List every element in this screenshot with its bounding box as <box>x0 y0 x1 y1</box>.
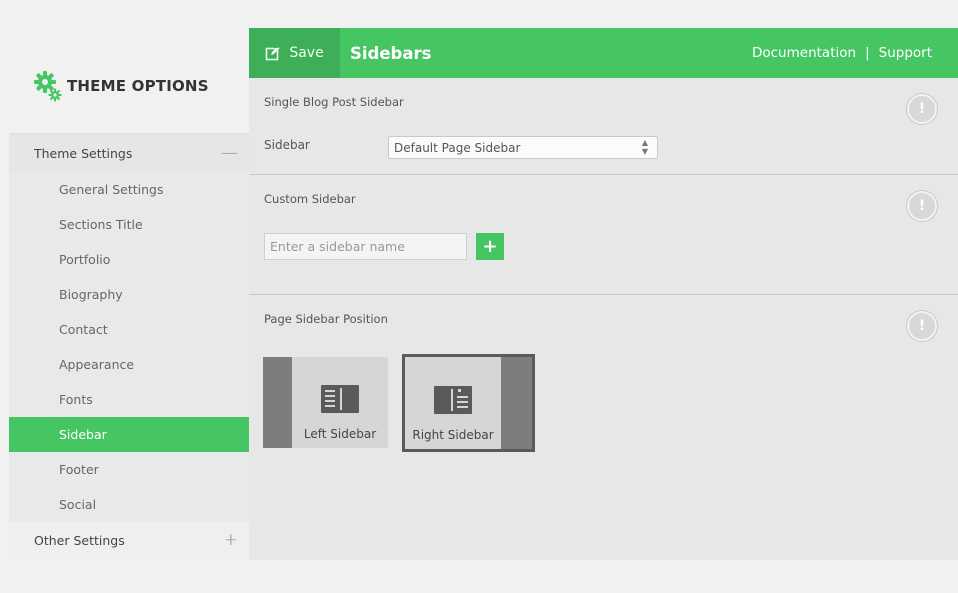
custom-sidebar-section: Custom Sidebar ! + <box>249 175 958 295</box>
option-label: Left Sidebar <box>303 427 377 441</box>
nav-item-portfolio[interactable]: Portfolio <box>9 242 249 277</box>
nav-sublist: General Settings Sections Title Portfoli… <box>9 172 249 522</box>
settings-nav: Theme Settings — General Settings Sectio… <box>9 133 249 558</box>
info-icon[interactable]: ! <box>907 94 937 124</box>
option-body: Right Sidebar <box>405 357 501 449</box>
nav-item-footer[interactable]: Footer <box>9 452 249 487</box>
sidebar-name-input[interactable] <box>264 233 467 260</box>
expand-icon[interactable]: + <box>224 530 238 550</box>
sidebar-stripe <box>263 357 292 448</box>
single-blog-sidebar-section: Single Blog Post Sidebar ! Sidebar Defau… <box>249 78 958 175</box>
header-links: Documentation | Support <box>752 28 932 78</box>
edit-icon <box>266 45 282 61</box>
info-icon[interactable]: ! <box>907 191 937 221</box>
sidebar-field-label: Sidebar <box>264 138 310 152</box>
sidebar-select[interactable]: Default Page Sidebar ▲ ▼ <box>388 136 658 159</box>
select-arrows-icon: ▲ ▼ <box>641 138 648 156</box>
page-sidebar-position-section: Page Sidebar Position ! Left Sidebar Rig… <box>249 295 958 560</box>
link-separator: | <box>865 45 870 61</box>
section-title: Page Sidebar Position <box>264 312 388 326</box>
top-bar: Save Sidebars Documentation | Support <box>249 28 958 78</box>
gears-icon <box>33 70 63 102</box>
documentation-link[interactable]: Documentation <box>752 45 856 61</box>
info-icon[interactable]: ! <box>907 311 937 341</box>
nav-section-theme-settings[interactable]: Theme Settings — <box>9 134 249 172</box>
sidebar-select-value: Default Page Sidebar <box>394 140 521 155</box>
nav-item-fonts[interactable]: Fonts <box>9 382 249 417</box>
save-label: Save <box>289 45 324 61</box>
main-panel: Save Sidebars Documentation | Support Si… <box>249 28 958 560</box>
right-sidebar-layout-icon <box>434 386 472 414</box>
section-title: Single Blog Post Sidebar <box>264 95 404 109</box>
sidebar-stripe <box>501 357 532 449</box>
logo: THEME OPTIONS <box>33 70 209 102</box>
add-sidebar-button[interactable]: + <box>476 233 504 260</box>
nav-item-appearance[interactable]: Appearance <box>9 347 249 382</box>
save-button[interactable]: Save <box>249 28 340 78</box>
collapse-icon[interactable]: — <box>221 143 238 163</box>
left-sidebar-layout-icon <box>321 385 359 413</box>
option-body: Left Sidebar <box>292 357 388 448</box>
right-sidebar-option[interactable]: Right Sidebar <box>402 354 535 452</box>
nav-item-social[interactable]: Social <box>9 487 249 522</box>
section-title: Custom Sidebar <box>264 192 356 206</box>
nav-section-label: Theme Settings <box>34 145 133 161</box>
nav-item-biography[interactable]: Biography <box>9 277 249 312</box>
left-sidebar-option[interactable]: Left Sidebar <box>263 357 388 448</box>
nav-section-label: Other Settings <box>34 532 125 548</box>
nav-section-other-settings[interactable]: Other Settings + <box>9 522 249 558</box>
option-label: Right Sidebar <box>412 428 494 442</box>
page-title: Sidebars <box>350 43 432 63</box>
nav-item-sections-title[interactable]: Sections Title <box>9 207 249 242</box>
support-link[interactable]: Support <box>879 45 932 61</box>
nav-item-contact[interactable]: Contact <box>9 312 249 347</box>
theme-options-sidebar: THEME OPTIONS Theme Settings — General S… <box>9 28 249 560</box>
logo-title: THEME OPTIONS <box>67 77 209 95</box>
nav-item-general-settings[interactable]: General Settings <box>9 172 249 207</box>
nav-item-sidebar[interactable]: Sidebar <box>9 417 249 452</box>
